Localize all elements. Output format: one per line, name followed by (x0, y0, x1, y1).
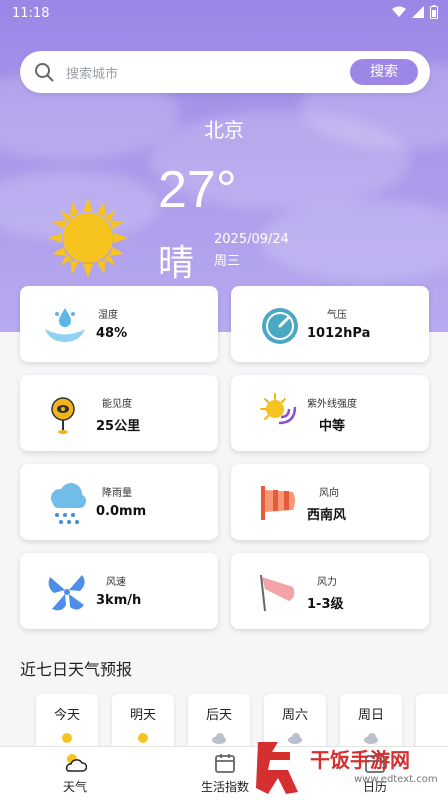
visibility-card: 能见度 25公里 (20, 375, 218, 451)
search-bar[interactable]: 搜索城市 搜索 (20, 51, 430, 93)
tab-label: 生活指数 (200, 780, 249, 794)
card-label: 气压 (327, 310, 347, 321)
forecast-day-label: 周日 (357, 708, 384, 723)
sunny-icon (138, 733, 148, 743)
battery-icon (430, 5, 438, 19)
tab-label: 天气 (62, 780, 87, 794)
card-label: 风力 (317, 577, 337, 588)
humidity-icon (45, 308, 85, 342)
forecast-day-label: 明天 (129, 708, 156, 723)
weather-icon (65, 754, 87, 772)
uv-card: 紫外线强度 中等 (231, 375, 429, 451)
pressure-gauge-icon (262, 308, 298, 344)
wind-speed-card: 风速 3km/h (20, 553, 218, 629)
status-bar: 11:18 (0, 0, 448, 28)
card-label: 湿度 (98, 310, 118, 321)
weather-condition: 晴 (158, 243, 195, 284)
wind-direction-icon (261, 486, 295, 520)
card-label: 能见度 (102, 399, 132, 410)
current-date: 2025/09/24 (214, 232, 289, 247)
search-button[interactable]: 搜索 (350, 59, 418, 85)
card-value: 3km/h (96, 593, 142, 608)
uv-sun-icon (260, 393, 297, 425)
watermark-text: 干饭手游网 (310, 748, 410, 772)
signal-icon (412, 6, 424, 18)
sunny-icon (62, 733, 72, 743)
card-label: 风速 (106, 577, 126, 588)
fan-icon (48, 575, 85, 611)
card-value: 1-3级 (307, 597, 344, 612)
forecast-day-card[interactable]: 明天 (112, 694, 174, 754)
card-value: 中等 (319, 419, 346, 434)
wifi-icon (392, 6, 406, 17)
card-label: 风向 (319, 488, 339, 499)
card-value: 西南风 (307, 508, 347, 523)
humidity-card: 湿度 48% (20, 286, 218, 362)
city-name: 北京 (204, 118, 244, 142)
watermark-logo-icon (256, 742, 298, 794)
windsock-icon (260, 574, 295, 612)
search-input[interactable]: 搜索城市 (66, 63, 118, 82)
calendar-icon (215, 754, 235, 773)
watermark-url: www.edtext.com (354, 774, 438, 785)
wind-direction-card: 风向 西南风 (231, 464, 429, 540)
forecast-day-label: 后天 (205, 708, 232, 723)
forecast-day-card[interactable]: 今天 (36, 694, 98, 754)
status-time: 11:18 (12, 6, 50, 21)
forecast-day-label: 今天 (53, 708, 80, 723)
weather-hero: 11:18 搜索城市 搜索 北京 27° 晴 2025/09/24 周三 (0, 0, 448, 332)
site-watermark: 干饭手游网 www.edtext.com (250, 736, 448, 800)
current-weekday: 周三 (214, 254, 241, 269)
current-temperature: 27° (158, 161, 237, 219)
forecast-day-card[interactable]: 后天 (188, 694, 250, 754)
cloudy-icon (212, 733, 226, 744)
card-value: 48% (96, 326, 128, 341)
wind-force-card: 风力 1-3级 (231, 553, 429, 629)
search-icon (35, 63, 54, 82)
rainfall-card: 降雨量 0.0mm (20, 464, 218, 540)
card-label: 紫外线强度 (307, 399, 357, 410)
forecast-title: 近七日天气预报 (20, 660, 133, 679)
card-label: 降雨量 (102, 488, 132, 499)
visibility-icon (51, 397, 75, 434)
card-value: 25公里 (96, 419, 141, 434)
rain-cloud-icon (51, 483, 86, 524)
card-value: 1012hPa (307, 326, 371, 341)
forecast-day-label: 周六 (281, 708, 308, 723)
sun-icon (48, 198, 128, 278)
pressure-card: 气压 1012hPa (231, 286, 429, 362)
tab-weather[interactable]: 天气 (30, 751, 120, 795)
card-value: 0.0mm (96, 504, 147, 519)
